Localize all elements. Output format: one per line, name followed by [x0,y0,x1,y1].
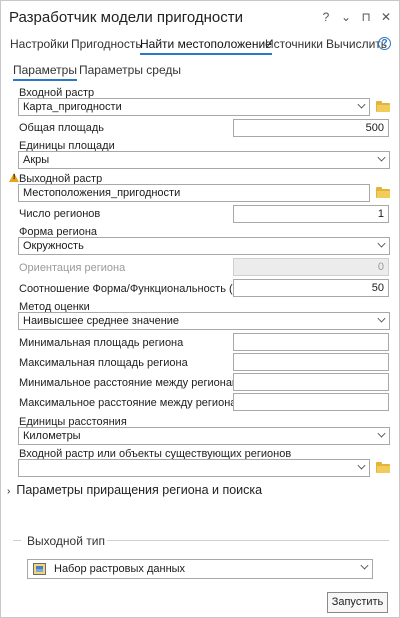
close-icon[interactable]: ✕ [381,10,391,24]
raster-dataset-icon [33,563,46,575]
chevron-down-icon [377,314,386,323]
growth-params-label: Параметры приращения региона и поиска [16,483,263,497]
max-region-distance-input[interactable] [233,393,389,411]
title-bar-controls: ? ⌄ ⊓ ✕ [321,10,391,24]
geoprocessing-pane: Разработчик модели пригодности ? ⌄ ⊓ ✕ Н… [0,0,400,618]
output-raster-input[interactable]: Местоположения_пригодности [18,184,370,202]
divider [107,540,389,541]
output-type-title: Выходной тип [27,534,105,548]
num-regions-label: Число регионов [19,208,101,220]
max-region-area-input[interactable] [233,353,389,371]
input-raster-select[interactable]: Карта_пригодности [18,98,370,116]
chevron-right-icon: › [7,486,11,497]
tab-sources[interactable]: Источники [265,37,323,51]
region-orientation-label: Ориентация региона [19,262,126,274]
pane-title: Разработчик модели пригодности [9,9,243,26]
distance-units-value: Километры [23,430,81,442]
pin-icon[interactable]: ⊓ [361,10,371,24]
run-button[interactable]: Запустить [327,592,388,613]
output-type-value: Набор растровых данных [54,563,186,575]
chevron-down-icon [377,429,386,438]
help-circle-icon[interactable]: ? [378,37,391,50]
tab-parameters[interactable]: Параметры [13,63,77,81]
total-area-label: Общая площадь [19,122,104,134]
tab-settings[interactable]: Настройки [10,37,69,51]
max-region-area-label: Максимальная площадь региона [19,357,188,369]
distance-units-select[interactable]: Километры [18,427,390,445]
tab-locate[interactable]: Найти местоположение [140,37,272,55]
chevron-down-icon [377,153,386,162]
eval-method-select[interactable]: Наивысшее среднее значение [18,312,390,330]
output-type-select[interactable]: Набор растровых данных [27,559,373,579]
divider [13,540,21,541]
folder-icon[interactable] [376,462,390,473]
shape-ratio-label: Соотношение Форма/Функциональность (%) [19,283,247,295]
min-region-distance-input[interactable] [233,373,389,391]
max-region-distance-label: Максимальное расстояние между регионами [19,397,251,409]
min-region-distance-label: Минимальное расстояние между регионами [19,377,246,389]
existing-regions-select[interactable] [18,459,370,477]
region-orientation-input: 0 [233,258,389,276]
chevron-down-icon[interactable]: ⌄ [341,10,351,24]
chevron-down-icon [357,100,366,109]
region-shape-select[interactable]: Окружность [18,237,390,255]
total-area-input[interactable]: 500 [233,119,389,137]
min-region-area-label: Минимальная площадь региона [19,337,184,349]
help-icon[interactable]: ? [321,10,331,24]
tab-suitability[interactable]: Пригодность [71,37,142,51]
num-regions-input[interactable]: 1 [233,205,389,223]
chevron-down-icon [357,461,366,470]
growth-params-section[interactable]: › Параметры приращения региона и поиска [7,483,262,497]
area-units-select[interactable]: Акры [18,151,390,169]
eval-method-value: Наивысшее среднее значение [23,315,180,327]
main-tabs: Настройки Пригодность Найти местоположен… [1,35,399,57]
chevron-down-icon [360,561,369,570]
folder-icon[interactable] [376,101,390,112]
shape-ratio-input[interactable]: 50 [233,279,389,297]
folder-icon[interactable] [376,187,390,198]
area-units-value: Акры [23,154,50,166]
title-bar: Разработчик модели пригодности ? ⌄ ⊓ ✕ [1,1,399,33]
sub-tabs: Параметры Параметры среды [1,63,399,83]
chevron-down-icon [377,239,386,248]
min-region-area-input[interactable] [233,333,389,351]
region-shape-value: Окружность [23,240,84,252]
tab-environments[interactable]: Параметры среды [79,63,181,77]
input-raster-value: Карта_пригодности [23,101,122,113]
